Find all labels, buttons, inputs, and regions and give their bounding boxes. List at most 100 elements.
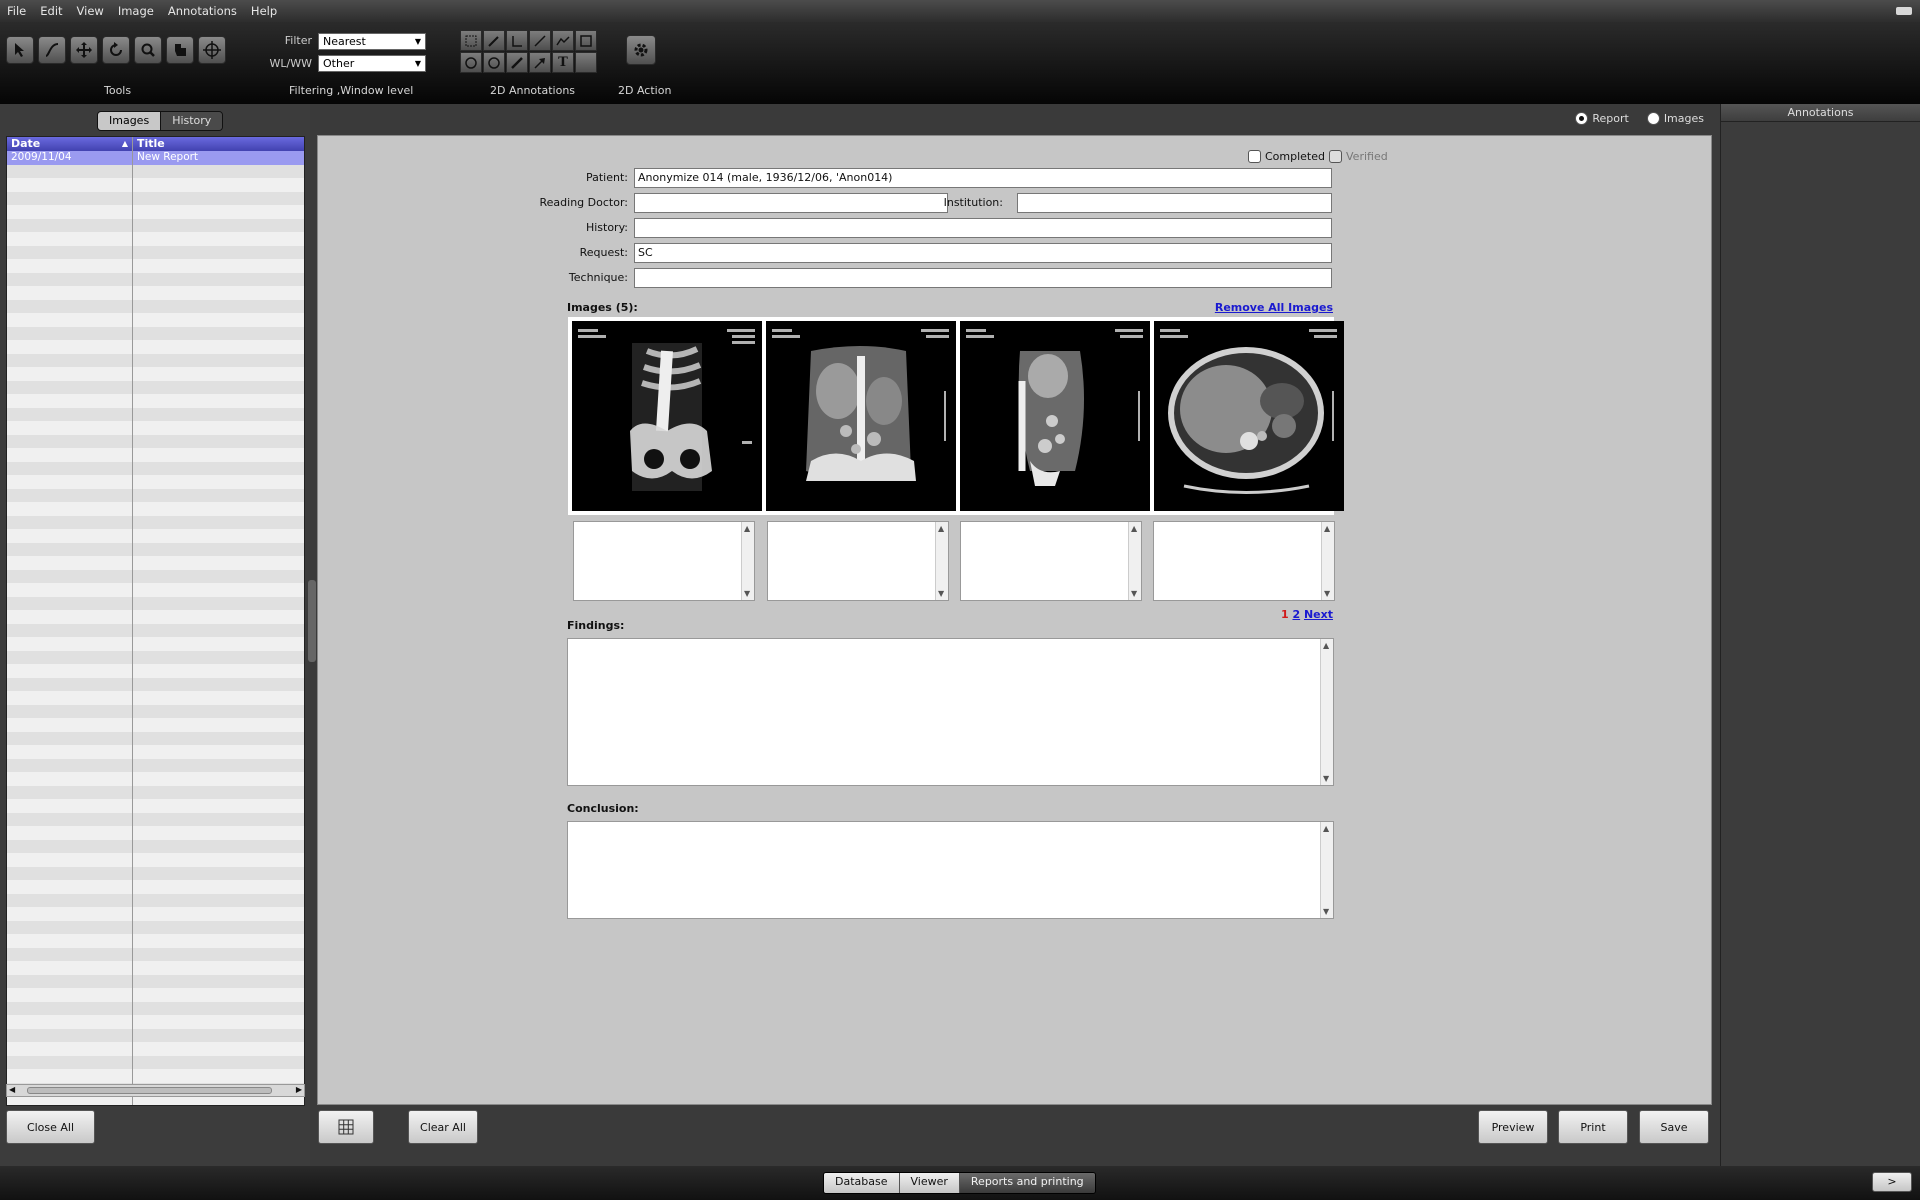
menu-view[interactable]: View — [70, 4, 111, 18]
print-button[interactable]: Print — [1558, 1110, 1628, 1144]
scroll-down-icon[interactable]: ▼ — [1131, 589, 1137, 598]
verified-checkbox[interactable]: Verified — [1329, 150, 1388, 163]
circle-icon[interactable] — [483, 52, 505, 73]
image-caption-field[interactable]: ▲ ▼ — [767, 521, 949, 601]
list-item[interactable]: 2009/11/04 New Report — [7, 151, 304, 165]
wlww-select[interactable]: Other ▼ — [318, 55, 426, 72]
history-field[interactable] — [634, 218, 1332, 238]
patient-field[interactable]: Anonymize 014 (male, 1936/12/06, 'Anon01… — [634, 168, 1332, 188]
splitter-handle[interactable] — [308, 580, 316, 662]
tab-images[interactable]: Images — [98, 112, 161, 130]
curve-icon[interactable] — [38, 36, 66, 64]
rectangle-icon[interactable] — [575, 30, 597, 51]
scroll-down-icon[interactable]: ▼ — [1323, 774, 1329, 783]
list-item-title — [133, 853, 304, 867]
list-item-empty — [7, 1001, 304, 1015]
tab-history[interactable]: History — [160, 112, 223, 130]
scroll-up-icon[interactable]: ▲ — [1131, 524, 1137, 533]
menu-image[interactable]: Image — [111, 4, 161, 18]
rect-select-icon[interactable] — [460, 30, 482, 51]
text-icon[interactable]: T — [552, 52, 574, 73]
pencil-icon[interactable] — [483, 30, 505, 51]
tab-database[interactable]: Database — [824, 1173, 900, 1193]
pan-icon[interactable] — [166, 36, 194, 64]
pager-page-2[interactable]: 2 — [1292, 608, 1300, 621]
menu-help[interactable]: Help — [244, 4, 284, 18]
tab-reports-and-printing[interactable]: Reports and printing — [959, 1173, 1095, 1193]
caption-scrollbar[interactable]: ▲ ▼ — [741, 522, 754, 600]
line-icon[interactable] — [529, 30, 551, 51]
rotate-icon[interactable] — [102, 36, 130, 64]
close-all-button[interactable]: Close All — [6, 1110, 95, 1144]
findings-scrollbar[interactable]: ▲ ▼ — [1320, 639, 1333, 785]
pager-next[interactable]: Next — [1304, 608, 1333, 621]
horizontal-scrollbar[interactable]: ◀ ▶ — [6, 1084, 305, 1097]
list-item-empty — [7, 475, 304, 489]
list-item-date — [7, 637, 133, 651]
menu-edit[interactable]: Edit — [33, 4, 69, 18]
list-item-date — [7, 340, 133, 354]
image-caption-field[interactable]: ▲ ▼ — [1153, 521, 1335, 601]
conclusion-field[interactable]: ▲ ▼ — [567, 821, 1334, 919]
menu-file[interactable]: File — [0, 4, 33, 18]
scroll-left-icon[interactable]: ◀ — [9, 1085, 15, 1094]
blank-icon[interactable] — [575, 52, 597, 73]
menu-annotations[interactable]: Annotations — [161, 4, 244, 18]
history-label: History: — [585, 221, 628, 234]
scroll-down-icon[interactable]: ▼ — [1323, 907, 1329, 916]
remove-all-images-link[interactable]: Remove All Images — [1193, 301, 1333, 314]
scroll-down-icon[interactable]: ▼ — [938, 589, 944, 598]
minimize-icon[interactable] — [1896, 7, 1912, 15]
preview-button[interactable]: Preview — [1478, 1110, 1548, 1144]
list-item-empty — [7, 974, 304, 988]
column-date[interactable]: Date ▲ — [7, 137, 133, 151]
image-caption-field[interactable]: ▲ ▼ — [960, 521, 1142, 601]
image-thumbnail[interactable] — [766, 321, 956, 511]
conclusion-scrollbar[interactable]: ▲ ▼ — [1320, 822, 1333, 918]
list-item-empty — [7, 893, 304, 907]
expand-button[interactable]: > — [1872, 1172, 1912, 1192]
move-icon[interactable] — [70, 36, 98, 64]
institution-field[interactable] — [1017, 193, 1332, 213]
caption-scrollbar[interactable]: ▲ ▼ — [1321, 522, 1334, 600]
scroll-down-icon[interactable]: ▼ — [744, 589, 750, 598]
clear-all-button[interactable]: Clear All — [408, 1110, 478, 1144]
completed-checkbox[interactable]: Completed — [1248, 150, 1325, 163]
pointer-icon[interactable] — [6, 36, 34, 64]
angle-icon[interactable] — [506, 30, 528, 51]
caption-scrollbar[interactable]: ▲ ▼ — [935, 522, 948, 600]
radio-report[interactable]: Report — [1575, 112, 1629, 125]
findings-field[interactable]: ▲ ▼ — [567, 638, 1334, 786]
crosshair-icon[interactable] — [198, 36, 226, 64]
polyline-icon[interactable] — [552, 30, 574, 51]
scroll-up-icon[interactable]: ▲ — [744, 524, 750, 533]
list-item-date — [7, 380, 133, 394]
zoom-icon[interactable] — [134, 36, 162, 64]
scroll-down-icon[interactable]: ▼ — [1324, 589, 1330, 598]
filter-select[interactable]: Nearest ▼ — [318, 33, 426, 50]
column-title[interactable]: Title — [133, 137, 304, 151]
scroll-up-icon[interactable]: ▲ — [1323, 824, 1329, 833]
image-thumbnail[interactable] — [572, 321, 762, 511]
oval-icon[interactable] — [460, 52, 482, 73]
scroll-right-icon[interactable]: ▶ — [296, 1085, 302, 1094]
scroll-up-icon[interactable]: ▲ — [1323, 641, 1329, 650]
scroll-up-icon[interactable]: ▲ — [1324, 524, 1330, 533]
grid-layout-button[interactable] — [318, 1110, 374, 1144]
gear-icon[interactable] — [626, 35, 656, 65]
save-button[interactable]: Save — [1639, 1110, 1709, 1144]
list-item-title — [133, 502, 304, 516]
request-field[interactable]: SC — [634, 243, 1332, 263]
image-caption-field[interactable]: ▲ ▼ — [573, 521, 755, 601]
technique-field[interactable] — [634, 268, 1332, 288]
scroll-up-icon[interactable]: ▲ — [938, 524, 944, 533]
arrow-icon[interactable] — [529, 52, 551, 73]
caption-scrollbar[interactable]: ▲ ▼ — [1128, 522, 1141, 600]
radio-images[interactable]: Images — [1646, 112, 1704, 125]
image-thumbnail[interactable] — [960, 321, 1150, 511]
list-item-title — [133, 259, 304, 273]
image-thumbnail[interactable] — [1154, 321, 1344, 511]
brush-icon[interactable] — [506, 52, 528, 73]
scroll-thumb[interactable] — [27, 1087, 272, 1094]
tab-viewer[interactable]: Viewer — [899, 1173, 960, 1193]
